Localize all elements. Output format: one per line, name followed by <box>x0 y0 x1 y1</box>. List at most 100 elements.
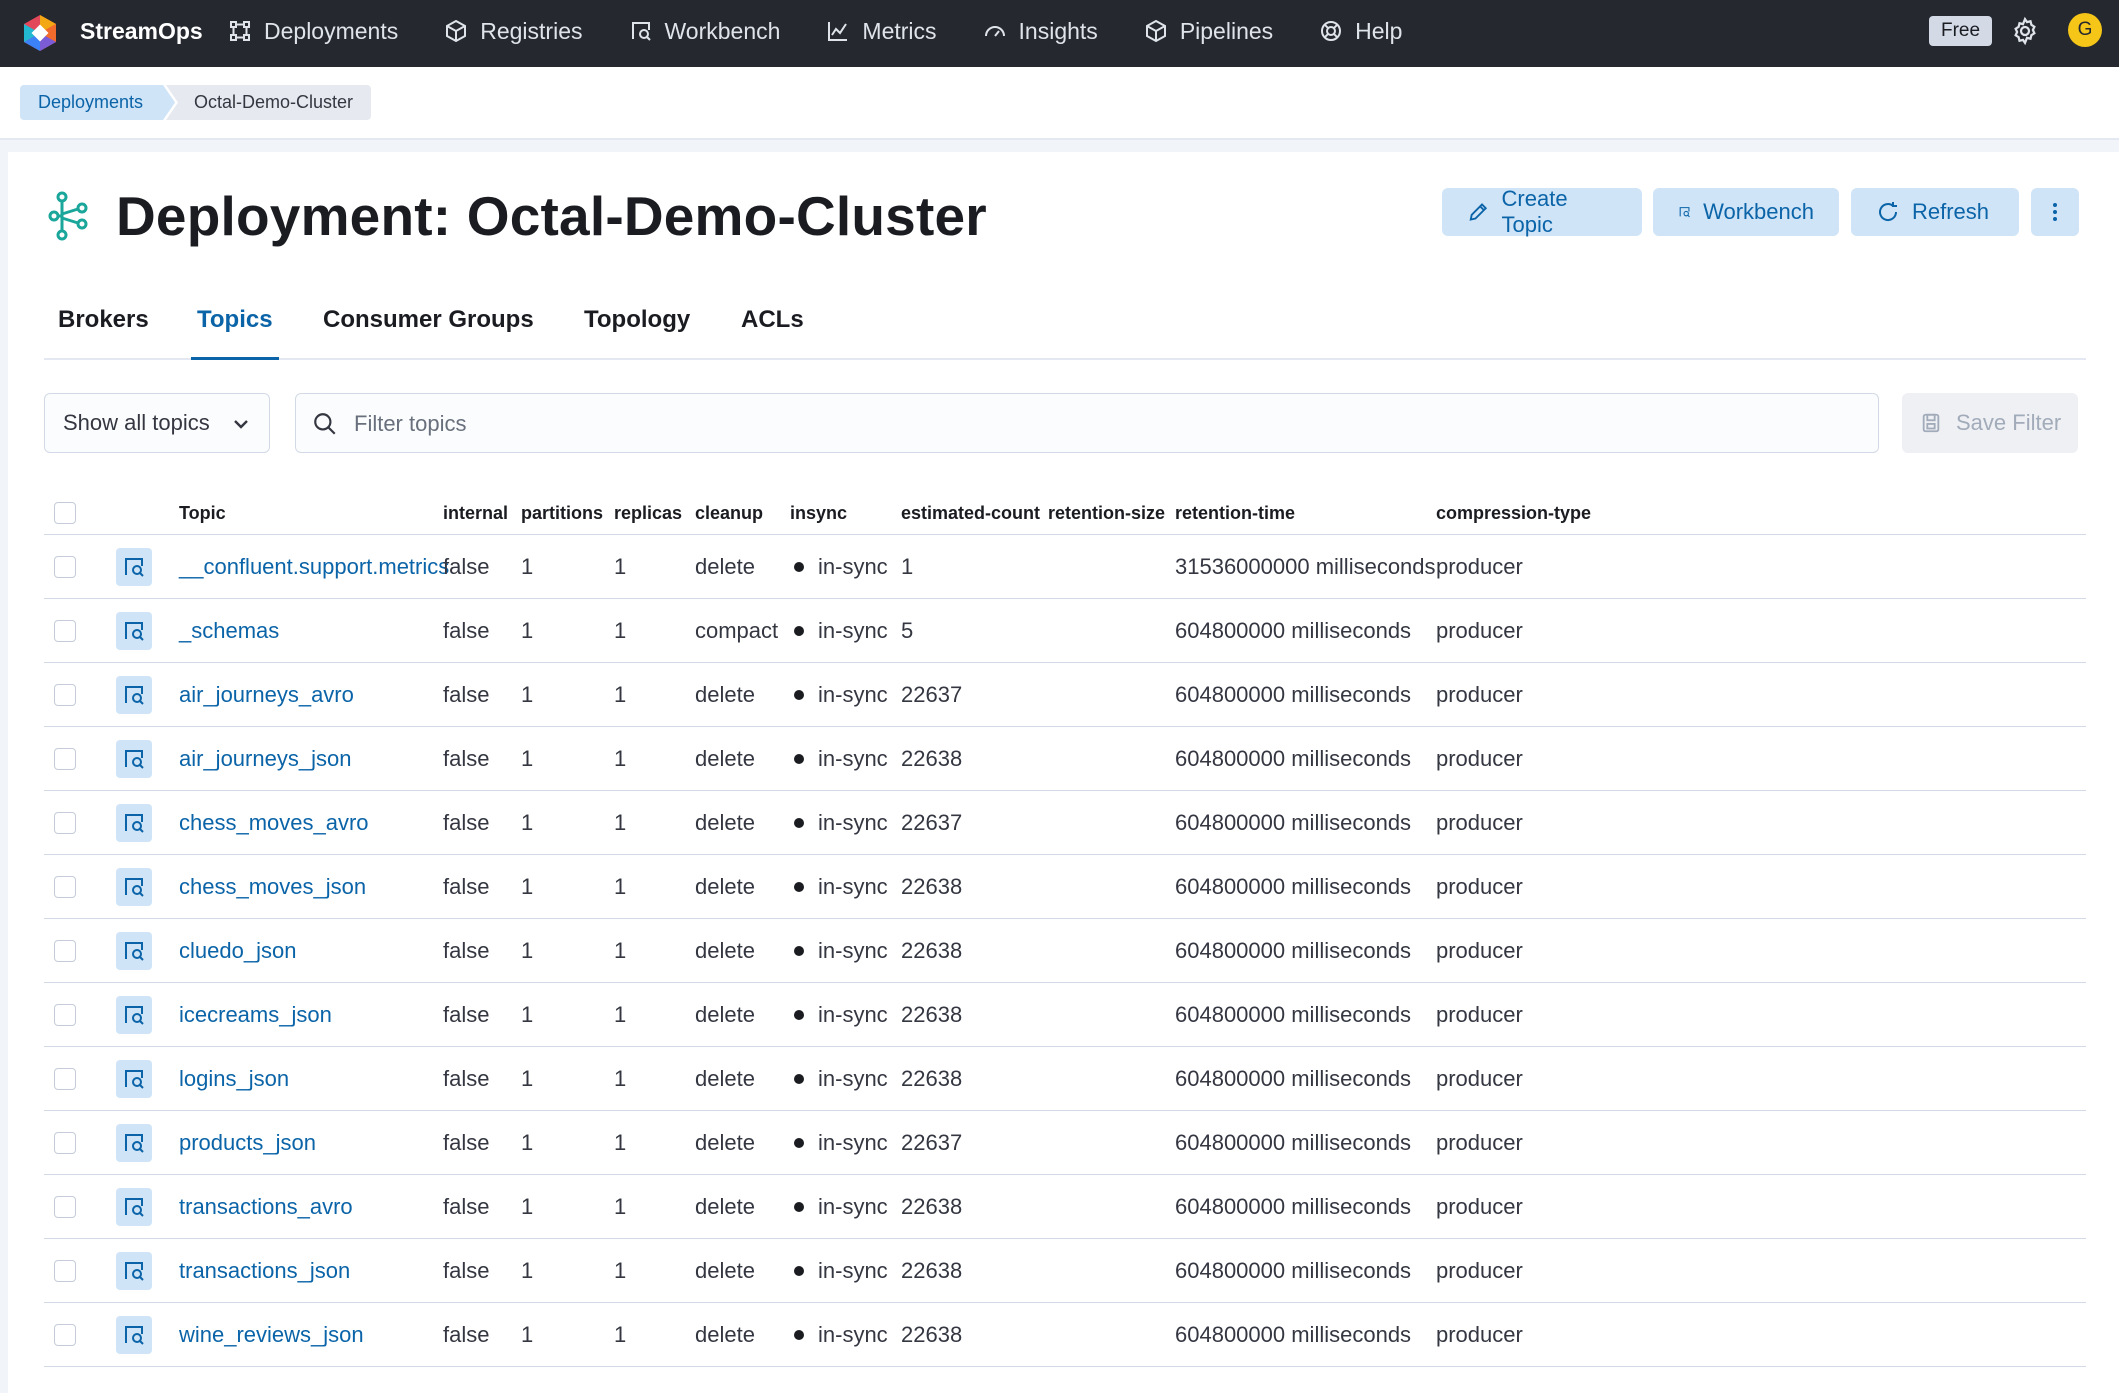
refresh-button[interactable]: Refresh <box>1851 188 2019 236</box>
row-checkbox[interactable] <box>54 1131 76 1154</box>
row-checkbox[interactable] <box>54 811 76 834</box>
row-checkbox[interactable] <box>54 683 76 706</box>
avatar[interactable]: G <box>2068 13 2102 47</box>
tab-topology[interactable]: Topology <box>584 300 690 358</box>
partitions-cell: 1 <box>521 1001 534 1027</box>
insync-label: in-sync <box>818 681 888 707</box>
nav-help[interactable]: Help <box>1319 0 1402 62</box>
explore-topic-button[interactable] <box>116 611 152 650</box>
explore-topic-button[interactable] <box>116 1251 152 1290</box>
nav-metrics-label: Metrics <box>862 17 937 44</box>
compression-type-cell: producer <box>1436 873 1523 899</box>
status-dot-icon <box>794 1073 804 1084</box>
topic-name-link[interactable]: transactions_avro <box>179 1194 353 1220</box>
topic-name-link[interactable]: chess_moves_avro <box>179 810 369 836</box>
header-internal[interactable]: internal <box>443 492 508 534</box>
explore-topic-button[interactable] <box>116 867 152 906</box>
topic-name-link[interactable]: __confluent.support.metrics <box>179 554 449 580</box>
explore-topic-button[interactable] <box>116 931 152 970</box>
header-estimated-count[interactable]: estimated-count <box>901 492 1040 534</box>
header-retention-size[interactable]: retention-size <box>1048 492 1165 534</box>
topic-name-link[interactable]: chess_moves_json <box>179 874 366 900</box>
filter-topics-input[interactable] <box>352 404 1856 444</box>
explore-topic-button[interactable] <box>116 547 152 586</box>
row-checkbox[interactable] <box>54 1195 76 1218</box>
cleanup-cell: delete <box>695 1193 755 1219</box>
row-checkbox[interactable] <box>54 555 76 578</box>
row-select-cell <box>54 727 76 790</box>
tab-topics[interactable]: Topics <box>191 300 279 360</box>
topic-scope-select[interactable]: Show all topics <box>44 393 270 453</box>
row-icon-cell <box>116 1303 152 1366</box>
row-checkbox[interactable] <box>54 1259 76 1282</box>
explore-topic-button[interactable] <box>116 995 152 1034</box>
header-replicas[interactable]: replicas <box>614 492 682 534</box>
row-checkbox[interactable] <box>54 1067 76 1090</box>
gear-icon[interactable] <box>2010 16 2040 46</box>
topic-name-link[interactable]: air_journeys_json <box>179 746 351 772</box>
nav-registries[interactable]: Registries <box>444 0 583 62</box>
cleanup-cell: delete <box>695 873 755 899</box>
insync-label: in-sync <box>818 617 888 643</box>
replicas-cell: 1 <box>614 1321 627 1347</box>
refresh-icon <box>1879 202 1898 221</box>
topic-name-link[interactable]: cluedo_json <box>179 938 296 964</box>
estimated-count-cell: 22637 <box>901 809 963 835</box>
explore-topic-button[interactable] <box>116 1187 152 1226</box>
replicas-cell: 1 <box>614 745 627 771</box>
more-actions-button[interactable] <box>2031 188 2079 236</box>
streamops-logo-icon[interactable] <box>20 13 60 53</box>
tab-acls[interactable]: ACLs <box>741 300 804 358</box>
filter-topics-field[interactable] <box>295 393 1879 453</box>
row-checkbox[interactable] <box>54 875 76 898</box>
nav-pipelines[interactable]: Pipelines <box>1144 0 1273 62</box>
cleanup-cell: delete <box>695 681 755 707</box>
internal-cell: false <box>443 1065 490 1091</box>
brand-name[interactable]: StreamOps <box>80 0 203 67</box>
row-checkbox[interactable] <box>54 619 76 642</box>
tab-consumer-groups[interactable]: Consumer Groups <box>323 300 534 358</box>
topic-name-link[interactable]: logins_json <box>179 1066 289 1092</box>
explore-topic-button[interactable] <box>116 739 152 778</box>
topic-name-link[interactable]: transactions_json <box>179 1258 350 1284</box>
table-row: chess_moves_json false 1 1 delete in-syn… <box>44 855 2086 919</box>
topic-name-link[interactable]: _schemas <box>179 618 279 644</box>
save-filter-button[interactable]: Save Filter <box>1902 393 2078 453</box>
cleanup-cell: delete <box>695 1001 755 1027</box>
cleanup-cell: delete <box>695 1129 755 1155</box>
topic-name-link[interactable]: wine_reviews_json <box>179 1322 364 1348</box>
explore-topic-button[interactable] <box>116 1059 152 1098</box>
row-select-cell <box>54 855 76 918</box>
row-checkbox[interactable] <box>54 747 76 770</box>
explore-topic-button[interactable] <box>116 675 152 714</box>
select-all-checkbox[interactable] <box>54 502 76 524</box>
plan-badge[interactable]: Free <box>1929 16 1993 46</box>
create-topic-button[interactable]: Create Topic <box>1442 186 1642 237</box>
row-checkbox[interactable] <box>54 1003 76 1026</box>
topic-name-link[interactable]: products_json <box>179 1130 316 1156</box>
cleanup-cell: delete <box>695 1065 755 1091</box>
row-checkbox[interactable] <box>54 1323 76 1346</box>
row-checkbox[interactable] <box>54 939 76 962</box>
header-insync[interactable]: insync <box>790 492 847 534</box>
nav-deployments[interactable]: Deployments <box>228 0 398 62</box>
header-retention-time[interactable]: retention-time <box>1175 492 1295 534</box>
nav-workbench[interactable]: Workbench <box>629 0 780 62</box>
topic-name-link[interactable]: icecreams_json <box>179 1002 332 1028</box>
header-partitions[interactable]: partitions <box>521 492 603 534</box>
header-cleanup[interactable]: cleanup <box>695 492 763 534</box>
nav-insights[interactable]: Insights <box>983 0 1098 62</box>
explore-topic-button[interactable] <box>116 803 152 842</box>
row-select-cell <box>54 1175 76 1238</box>
nav-metrics[interactable]: Metrics <box>826 0 937 62</box>
topic-name-link[interactable]: air_journeys_avro <box>179 682 354 708</box>
breadcrumb-deployments[interactable]: Deployments <box>20 85 175 120</box>
tab-brokers[interactable]: Brokers <box>58 300 149 358</box>
workbench-button[interactable]: Workbench <box>1653 188 1839 236</box>
header-compression-type[interactable]: compression-type <box>1436 492 1591 534</box>
retention-time-cell: 604800000 milliseconds <box>1175 617 1412 643</box>
header-topic[interactable]: Topic <box>179 492 226 534</box>
explore-topic-button[interactable] <box>116 1123 152 1162</box>
partitions-cell: 1 <box>521 745 534 771</box>
explore-topic-button[interactable] <box>116 1315 152 1354</box>
